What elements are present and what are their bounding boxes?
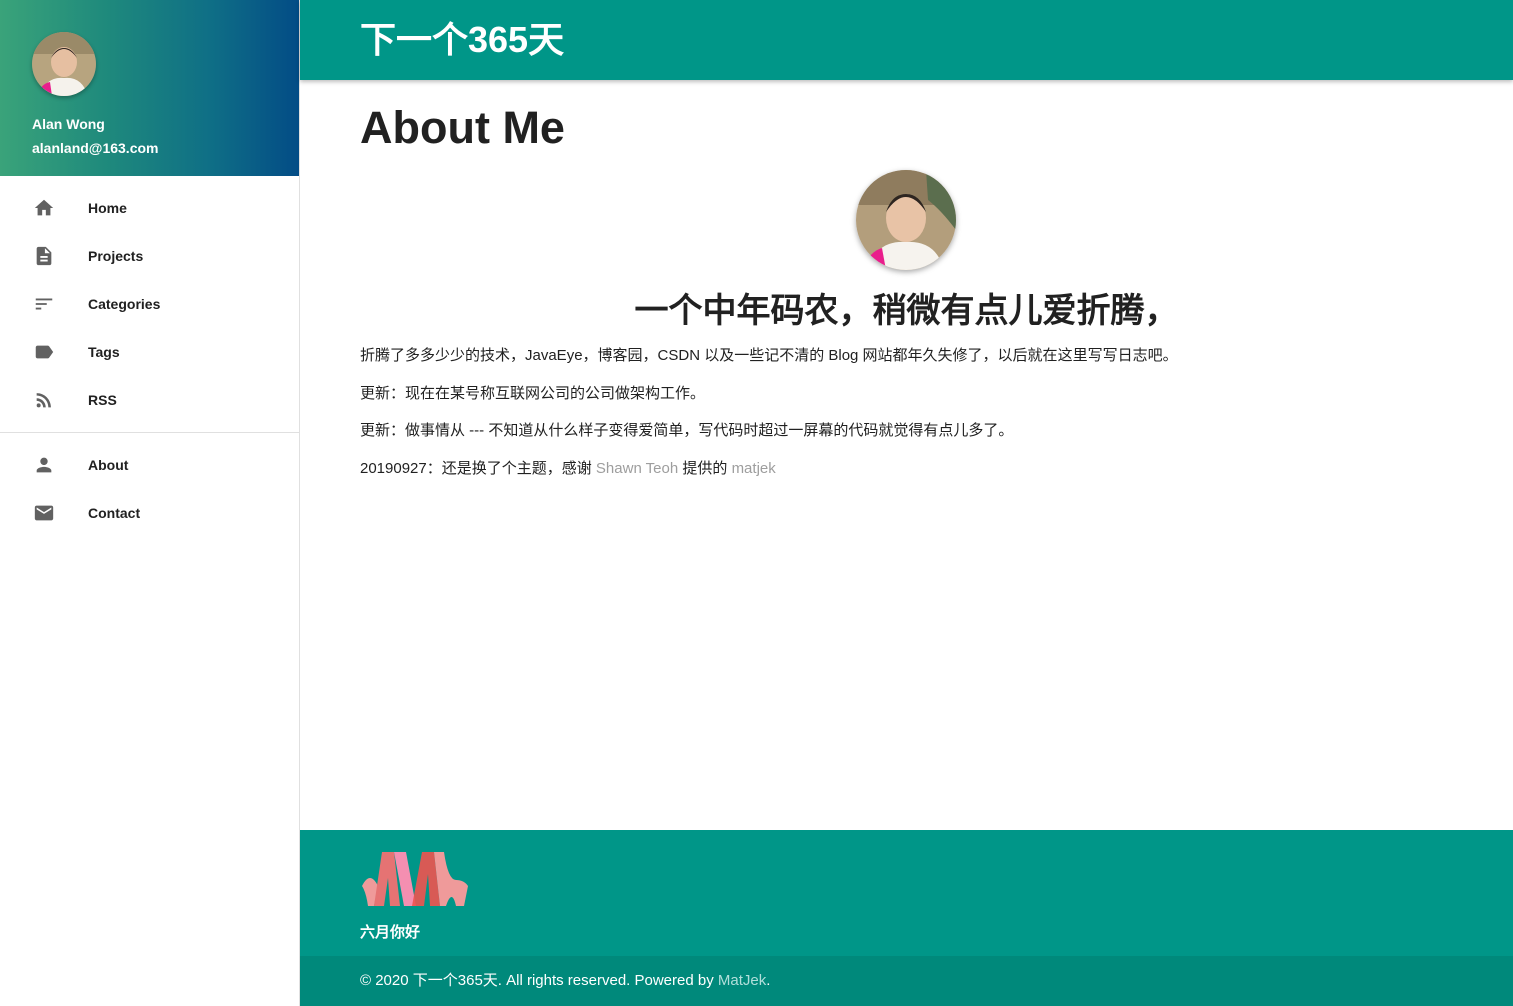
nav-item-home[interactable]: Home [0,184,299,232]
nav-item-categories[interactable]: Categories [0,280,299,328]
nav-item-about[interactable]: About [0,441,299,489]
document-icon [32,244,56,268]
copyright-text: . [766,972,771,989]
profile-name: Alan Wong [32,116,105,132]
nav-label: Home [88,200,127,216]
copyright-text: © 2020 下一个365天. All rights reserved. Pow… [360,972,718,989]
paragraph: 20190927：还是换了个主题，感谢 Shawn Teoh 提供的 matje… [360,459,776,479]
nav-label: Tags [88,344,120,360]
footer-bottom-bar: © 2020 下一个365天. All rights reserved. Pow… [300,956,1513,1006]
nav-label: About [88,457,129,473]
paragraph: 更新：现在在某号称互联网公司的公司做架构工作。 [360,385,706,402]
nav-item-projects[interactable]: Projects [0,232,299,280]
rss-icon [32,388,56,412]
paragraph: 更新：做事情从 --- 不知道从什么样子变得爱简单，写代码时超过一屏幕的代码就觉… [360,422,1014,439]
site-title[interactable]: 下一个365天 [360,18,564,62]
navigation-drawer: Alan Wong alanland@163.com Home Projects… [0,0,300,1006]
headline: 一个中年码农，稍微有点儿爱折腾， [634,292,1179,330]
copyright: © 2020 下一个365天. All rights reserved. Pow… [360,971,770,991]
nav-label: Categories [88,296,161,312]
app-bar: 下一个365天 [300,0,1513,80]
nav-label: Contact [88,505,141,521]
profile-email: alanland@163.com [32,140,159,156]
home-icon [32,196,56,220]
about-avatar [856,170,956,270]
matjek-logo [360,850,472,908]
profile-avatar[interactable] [32,32,96,96]
nav-item-contact[interactable]: Contact [0,489,299,537]
nav-divider [0,432,299,433]
label-icon [32,340,56,364]
footer: 六月你好 [300,830,1513,956]
nav-item-tags[interactable]: Tags [0,328,299,376]
shawn-teoh-link[interactable]: Shawn Teoh [596,460,678,477]
nav-label: Projects [88,248,144,264]
main-content: About Me 一个中年码农，稍微有点儿爱折腾， 折腾了多多少少的技术，Jav… [300,80,1513,830]
matjek-link[interactable]: matjek [732,460,776,477]
paragraph-text: 20190927：还是换了个主题，感谢 [360,460,596,477]
footer-tagline: 六月你好 [360,924,421,941]
person-icon [32,453,56,477]
page-title: About Me [360,102,565,153]
paragraph: 折腾了多多少少的技术，JavaEye，博客园，CSDN 以及一些记不清的 Blo… [360,347,1178,364]
secondary-nav: About Contact [0,441,299,537]
drawer-header: Alan Wong alanland@163.com [0,0,299,176]
sort-icon [32,292,56,316]
nav-item-rss[interactable]: RSS [0,376,299,424]
mail-icon [32,501,56,525]
primary-nav: Home Projects Categories Tags RSS [0,176,299,424]
nav-label: RSS [88,392,117,408]
matjek-footer-link[interactable]: MatJek [718,972,766,989]
paragraph-text: 提供的 [678,460,732,477]
